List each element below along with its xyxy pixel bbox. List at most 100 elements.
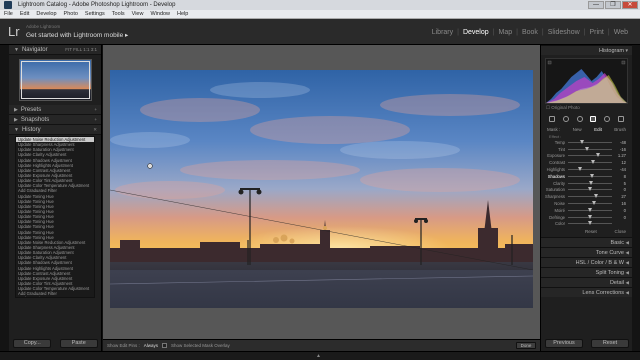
reset-button[interactable]: Reset [591, 339, 629, 348]
left-panel-edge[interactable] [0, 45, 9, 351]
histogram-header[interactable]: Histogram ▼ [541, 45, 632, 55]
gradient-pin-icon[interactable] [147, 163, 153, 169]
slider-knob[interactable] [588, 187, 592, 192]
copy-button[interactable]: Copy... [13, 339, 52, 348]
mobile-promo-link[interactable]: Get started with Lightroom mobile ▸ [26, 31, 128, 39]
maximize-button[interactable]: ❐ [605, 1, 621, 9]
slider-knob[interactable] [593, 194, 598, 199]
radial-filter-icon[interactable] [604, 115, 611, 122]
navigator-header[interactable]: ▼ Navigator FIT FILL 1:1 3:1 [9, 45, 101, 55]
sunset-city-photo[interactable] [110, 70, 533, 308]
menu-edit[interactable]: Edit [20, 11, 29, 17]
module-print[interactable]: Print [585, 29, 607, 36]
module-library[interactable]: Library [428, 29, 457, 36]
mask-brush-button[interactable]: Brush [614, 127, 626, 132]
add-preset-icon[interactable]: + [94, 107, 97, 112]
menu-view[interactable]: View [132, 11, 144, 17]
slider-track[interactable] [568, 180, 612, 185]
slider-value[interactable]: 0 [624, 187, 626, 192]
slider-knob[interactable] [590, 160, 595, 165]
slider-track[interactable] [568, 207, 612, 212]
slider-track[interactable] [568, 214, 612, 219]
slider-knob[interactable] [588, 214, 592, 219]
slider-value[interactable]: -48 [620, 140, 626, 145]
adjustment-brush-icon[interactable] [618, 115, 625, 122]
slider-track[interactable] [568, 201, 612, 206]
navigator-preview[interactable] [19, 59, 92, 101]
slider-value[interactable]: 1.27 [618, 153, 626, 158]
menu-develop[interactable]: Develop [36, 11, 56, 17]
menu-settings[interactable]: Settings [85, 11, 105, 17]
presets-header[interactable]: ▶ Presets + [9, 105, 101, 115]
crop-tool-icon[interactable] [548, 115, 555, 122]
mask-new-button[interactable]: New [573, 127, 582, 132]
slider-knob[interactable] [589, 173, 594, 178]
module-develop[interactable]: Develop [459, 29, 493, 36]
slider-track[interactable] [568, 221, 612, 226]
navigator-zoom-options[interactable]: FIT FILL 1:1 3:1 [65, 47, 97, 52]
original-photo-toggle[interactable]: ☐ Original Photo [541, 104, 632, 112]
add-snapshot-icon[interactable]: + [94, 117, 97, 122]
menu-window[interactable]: Window [150, 11, 170, 17]
module-book[interactable]: Book [518, 29, 542, 36]
mask-reset-button[interactable]: Reset [585, 229, 597, 234]
red-eye-icon[interactable] [576, 115, 583, 122]
section-detail[interactable]: Detail ◀ [541, 277, 632, 288]
section-split-toning[interactable]: Split Toning ◀ [541, 267, 632, 278]
module-web[interactable]: Web [610, 29, 632, 36]
slider-value[interactable]: -16 [620, 147, 626, 152]
slider-value[interactable]: -44 [620, 167, 626, 172]
slider-track[interactable] [568, 194, 612, 199]
spot-removal-icon[interactable] [562, 115, 569, 122]
section-tone-curve[interactable]: Tone Curve ◀ [541, 247, 632, 258]
slider-value[interactable]: 12 [621, 160, 626, 165]
history-header[interactable]: ▼ History ✕ [9, 125, 101, 135]
section-lens-corrections[interactable]: Lens Corrections ◀ [541, 287, 632, 298]
slider-knob[interactable] [588, 207, 592, 212]
mask-edit-button[interactable]: Edit [594, 127, 602, 132]
filmstrip-bar[interactable]: ▲ [0, 351, 640, 360]
slider-knob[interactable] [585, 146, 590, 151]
clear-history-icon[interactable]: ✕ [93, 127, 97, 133]
history-item[interactable]: Update Toning Hue [16, 296, 94, 297]
module-map[interactable]: Map [494, 29, 516, 36]
menu-help[interactable]: Help [177, 11, 188, 17]
slider-track[interactable] [568, 187, 612, 192]
paste-button[interactable]: Paste [59, 339, 98, 348]
navigator-view-box[interactable] [21, 61, 90, 99]
mask-close-button[interactable]: Close [614, 229, 626, 234]
slider-knob[interactable] [588, 180, 593, 185]
slider-value[interactable]: 16 [621, 201, 626, 206]
mask-overlay-checkbox[interactable] [162, 343, 168, 348]
histogram-graph[interactable] [545, 58, 628, 104]
filmstrip-toggle-icon[interactable]: ▲ [316, 353, 321, 359]
slider-knob[interactable] [595, 153, 600, 158]
graduated-filter-icon[interactable] [590, 115, 597, 122]
previous-button[interactable]: Previous [545, 339, 583, 348]
slider-knob[interactable] [578, 167, 583, 172]
slider-knob[interactable] [591, 201, 596, 206]
section-basic[interactable]: Basic ◀ [541, 237, 632, 248]
menu-tools[interactable]: Tools [112, 11, 125, 17]
slider-knob[interactable] [580, 139, 585, 144]
snapshots-header[interactable]: ▶ Snapshots + [9, 115, 101, 125]
slider-track[interactable] [568, 173, 612, 178]
menu-photo[interactable]: Photo [64, 11, 78, 17]
minimize-button[interactable]: — [588, 1, 604, 9]
slider-value[interactable]: 8 [624, 174, 626, 179]
slider-value[interactable]: 27 [621, 194, 626, 199]
section-hsl[interactable]: HSL / Color / B & W ◀ [541, 257, 632, 268]
slider-track[interactable] [568, 167, 612, 172]
slider-track[interactable] [568, 146, 612, 151]
slider-value[interactable]: 0 [624, 208, 626, 213]
done-button[interactable]: Done [516, 342, 536, 349]
slider-track[interactable] [568, 153, 612, 158]
slider-value[interactable]: 0 [624, 215, 626, 220]
right-panel-edge[interactable] [632, 45, 640, 351]
slider-track[interactable] [568, 139, 612, 144]
image-canvas[interactable] [103, 45, 540, 339]
module-slideshow[interactable]: Slideshow [544, 29, 584, 36]
menu-file[interactable]: File [4, 11, 13, 17]
close-button[interactable]: ✕ [622, 1, 638, 9]
slider-track[interactable] [568, 160, 612, 165]
